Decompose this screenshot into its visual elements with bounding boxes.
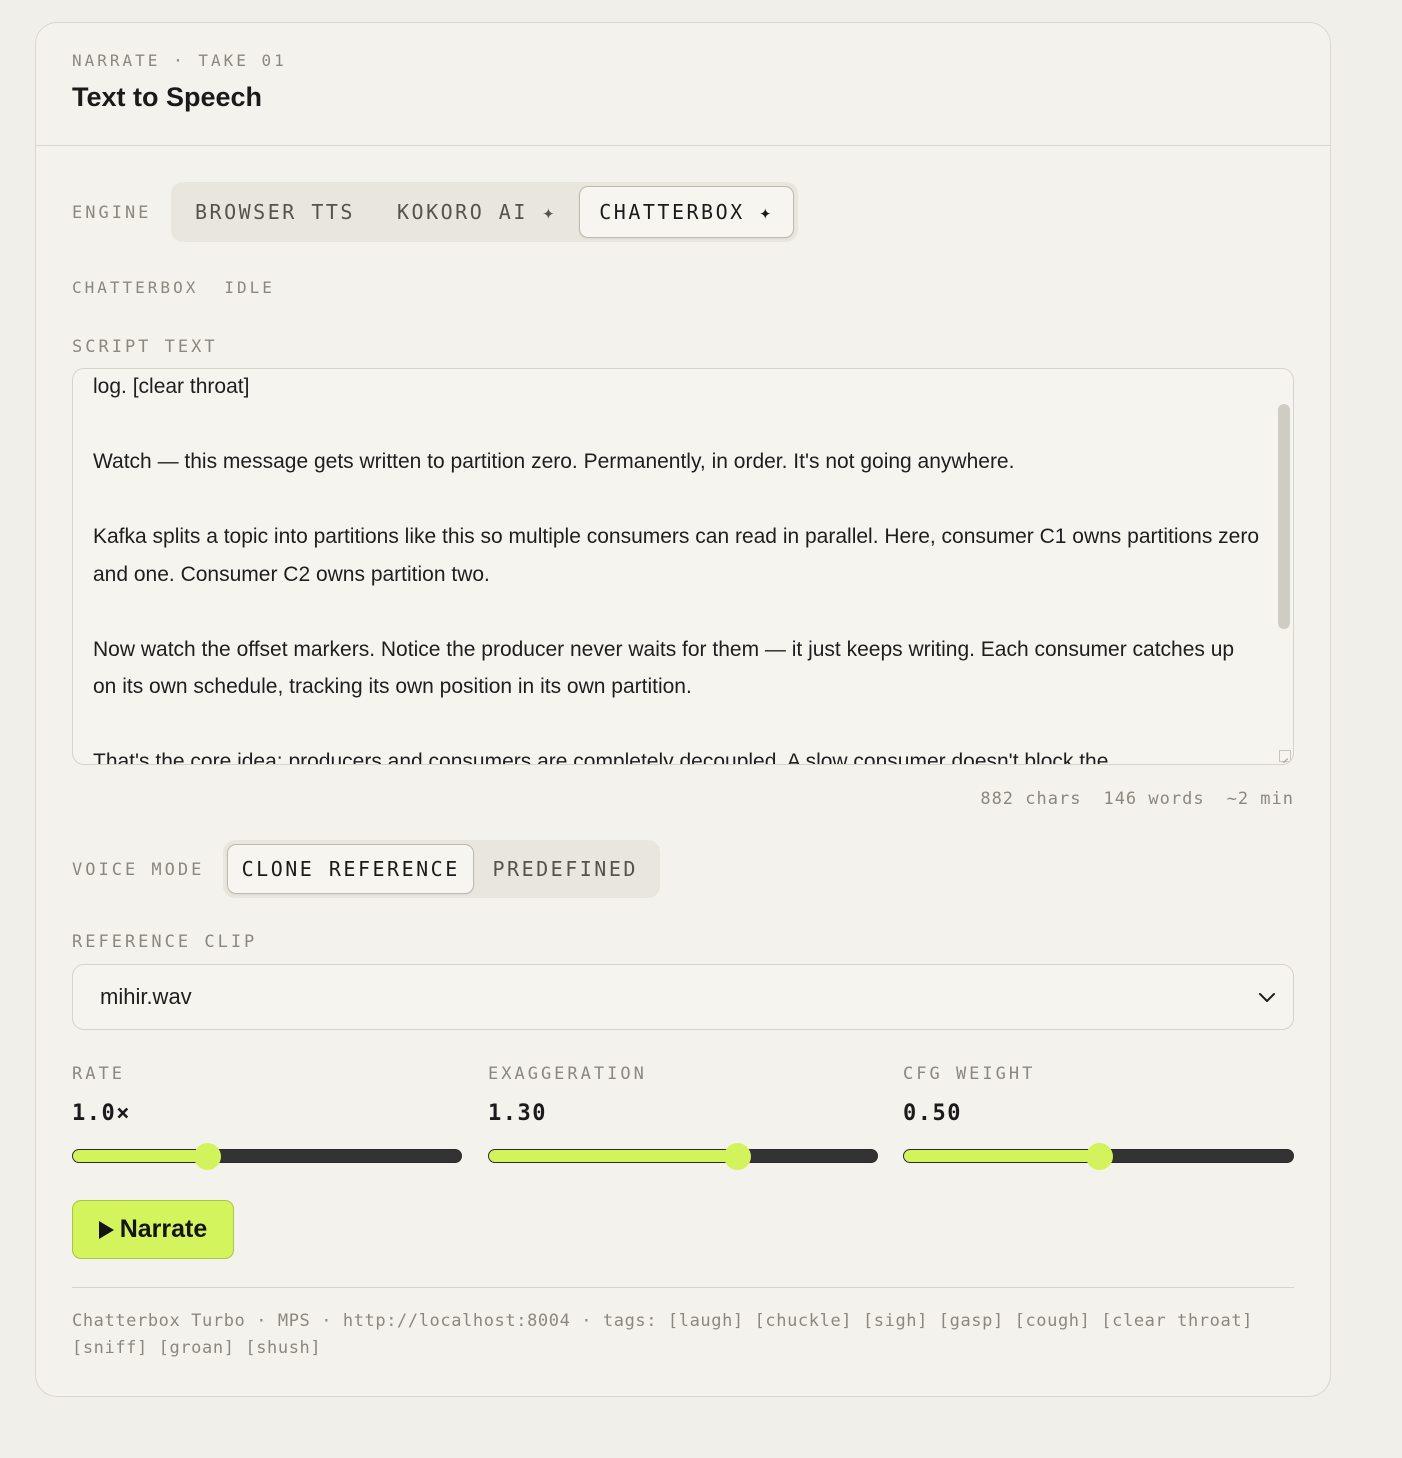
scrollbar[interactable]	[1278, 404, 1290, 629]
exaggeration-slider-fill	[489, 1150, 738, 1162]
voice-mode-selector: CLONE REFERENCE PREDEFINED	[223, 840, 660, 898]
reference-clip-label: REFERENCE CLIP	[72, 932, 258, 952]
voice-mode-clone-reference[interactable]: CLONE REFERENCE	[227, 844, 475, 894]
tts-card: NARRATE · TAKE 01 Text to Speech ENGINE …	[35, 22, 1331, 1397]
play-icon	[98, 1220, 114, 1239]
status-engine-name: CHATTERBOX	[72, 278, 199, 297]
voice-mode-label: VOICE MODE	[72, 860, 205, 880]
cfg-weight-slider-thumb[interactable]	[1085, 1143, 1113, 1170]
exaggeration-slider[interactable]	[488, 1143, 878, 1170]
engine-option-browser-tts[interactable]: BROWSER TTS	[175, 186, 375, 238]
script-textarea[interactable]: log. [clear throat] Watch — this message…	[72, 368, 1294, 765]
narrate-button-label: Narrate	[119, 1215, 208, 1243]
resize-handle[interactable]	[1279, 750, 1291, 762]
word-count: 146 words	[1103, 789, 1205, 809]
voice-mode-predefined[interactable]: PREDEFINED	[474, 844, 656, 894]
engine-status: CHATTERBOX IDLE	[72, 278, 275, 297]
exaggeration-value: 1.30	[488, 1101, 547, 1126]
script-label: SCRIPT TEXT	[72, 337, 218, 357]
char-count: 882 chars	[980, 789, 1082, 809]
footer-info: Chatterbox Turbo · MPS · http://localhos…	[72, 1311, 1253, 1358]
exaggeration-slider-thumb[interactable]	[724, 1143, 752, 1170]
eyebrow: NARRATE · TAKE 01	[72, 51, 287, 70]
cfg-weight-label: CFG WEIGHT	[903, 1064, 1036, 1084]
cfg-weight-value: 0.50	[903, 1101, 962, 1126]
reference-clip-value: mihir.wav	[100, 984, 192, 1009]
engine-label: ENGINE	[72, 203, 152, 223]
rate-slider-fill	[73, 1150, 207, 1162]
cfg-weight-slider[interactable]	[903, 1143, 1294, 1170]
script-stats: 882 chars 146 words ~2 min	[980, 789, 1294, 809]
card-header: NARRATE · TAKE 01 Text to Speech	[36, 23, 1330, 146]
page-title: Text to Speech	[72, 82, 263, 112]
rate-value: 1.0×	[72, 1101, 131, 1126]
rate-slider[interactable]	[72, 1143, 462, 1170]
script-text-content: log. [clear throat] Watch — this message…	[93, 375, 1260, 765]
status-badge: IDLE	[224, 278, 275, 297]
engine-option-kokoro-ai[interactable]: KOKORO AI ✦	[375, 186, 579, 238]
engine-selector: BROWSER TTS KOKORO AI ✦ CHATTERBOX ✦	[171, 182, 798, 242]
duration-estimate: ~2 min	[1226, 789, 1294, 809]
chevron-down-icon	[1259, 993, 1275, 1002]
reference-clip-select[interactable]: mihir.wav	[72, 964, 1294, 1030]
exaggeration-label: EXAGGERATION	[488, 1064, 647, 1084]
cfg-weight-slider-fill	[904, 1150, 1099, 1162]
divider	[72, 1287, 1294, 1288]
rate-label: RATE	[72, 1064, 125, 1084]
narrate-button[interactable]: Narrate	[72, 1200, 234, 1259]
engine-option-chatterbox[interactable]: CHATTERBOX ✦	[579, 186, 794, 238]
rate-slider-thumb[interactable]	[193, 1143, 221, 1170]
